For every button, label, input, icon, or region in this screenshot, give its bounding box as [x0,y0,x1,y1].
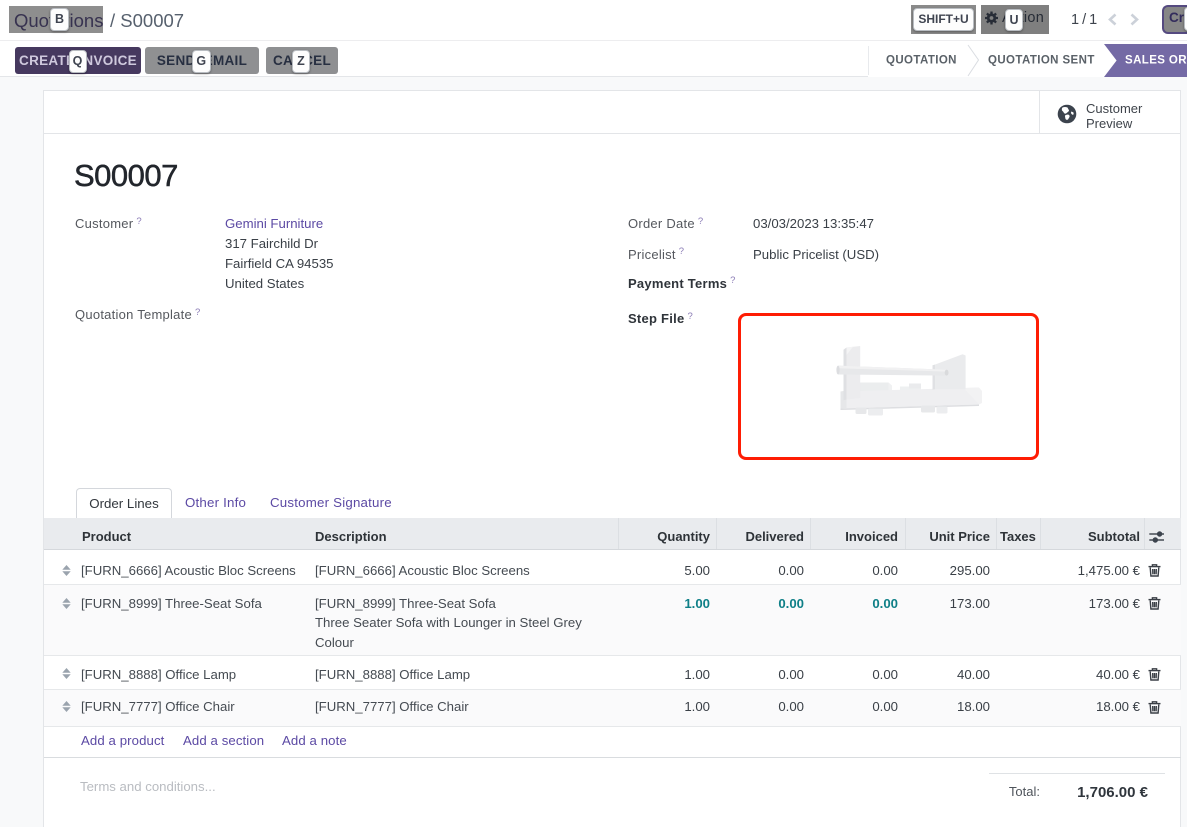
svg-text:QUOTATION SENT: QUOTATION SENT [988,54,1095,66]
svg-text:QUOTATION: QUOTATION [886,54,957,66]
svg-text:SALES ORDER: SALES ORDER [1125,54,1187,66]
